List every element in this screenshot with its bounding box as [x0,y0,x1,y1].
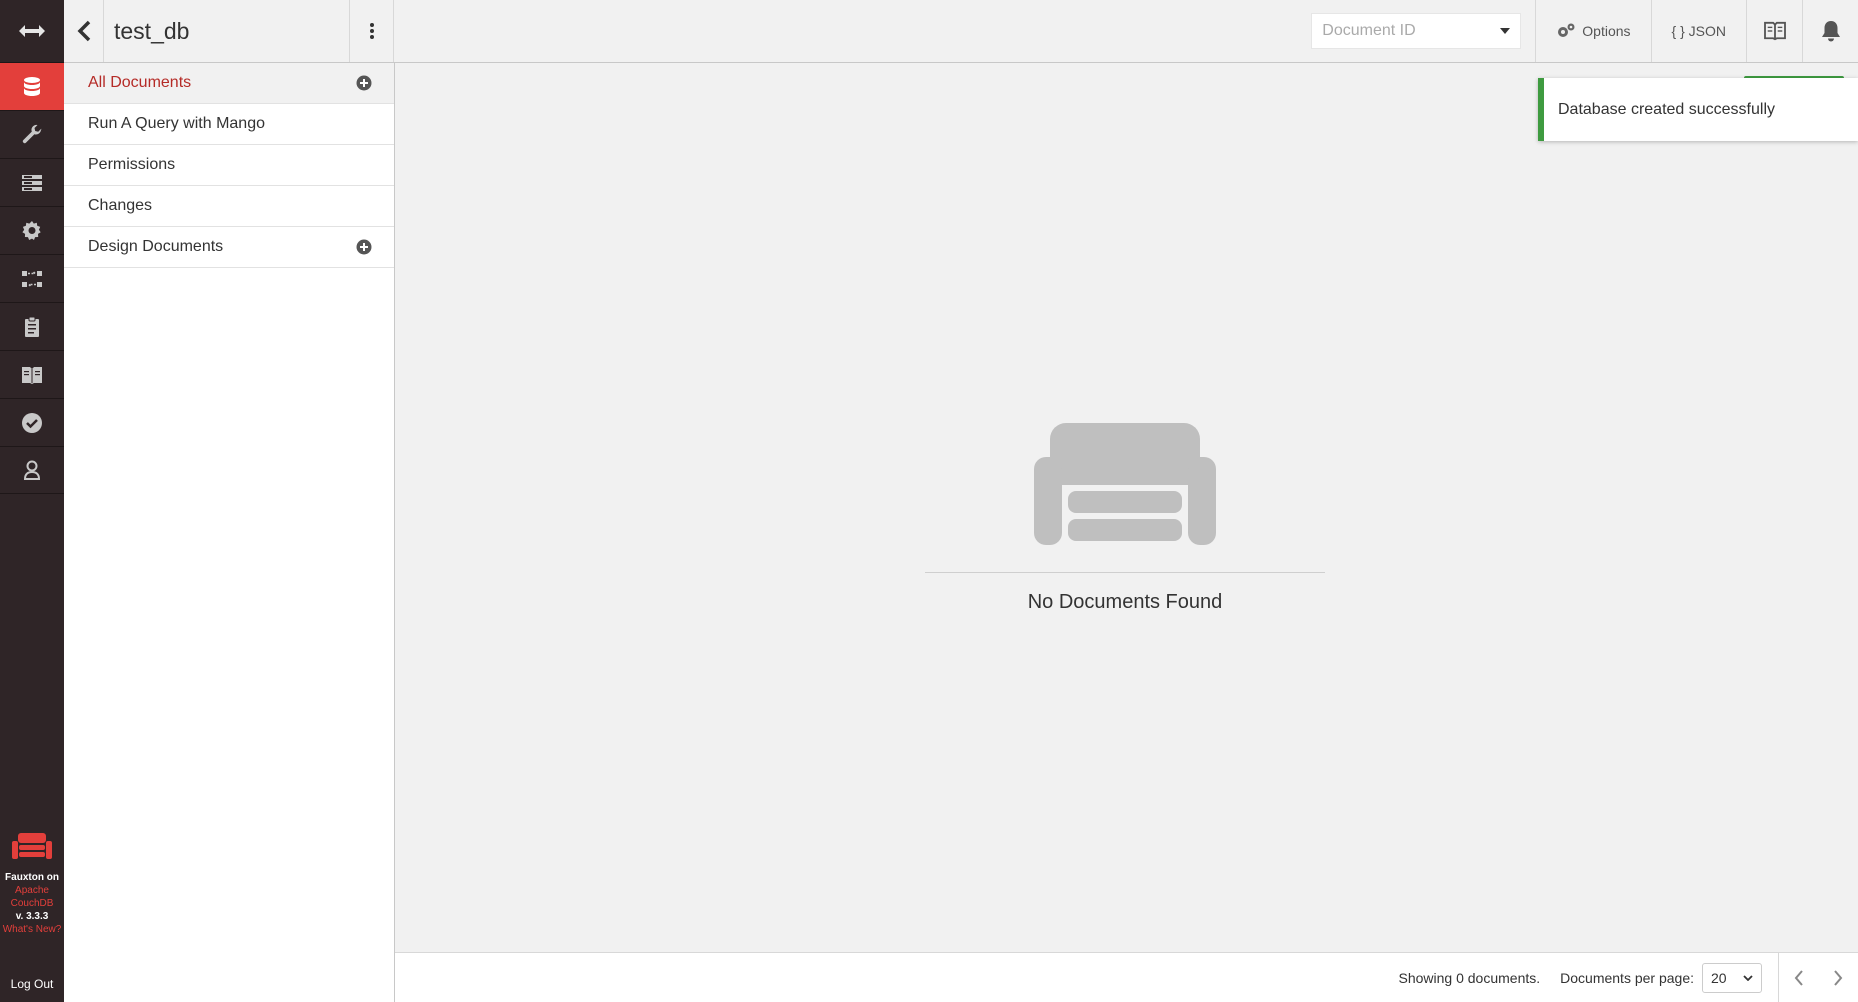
pagination-footer: Showing 0 documents. Documents per page:… [395,952,1858,1002]
check-circle-icon [22,412,42,433]
empty-message: No Documents Found [1027,591,1223,613]
nav-item-setup[interactable] [0,110,64,158]
sidebar-item-label: Run A Query with Mango [88,115,265,132]
json-label: { } JSON [1671,23,1726,39]
caret-down-icon [1500,28,1511,34]
replication-icon [22,270,42,287]
sidebar-item-all-documents[interactable]: All Documents [64,63,394,104]
toast-message: Database created successfully [1558,100,1775,118]
nav-item-replication[interactable] [0,254,64,302]
couch-icon [1034,423,1216,545]
user-icon [23,460,41,480]
sidebar-item-changes[interactable]: Changes [64,186,394,227]
showing-count: Showing 0 documents. [1398,969,1541,986]
document-id-select[interactable]: Document ID [1311,13,1522,49]
version-label: v. 3.3.3 [15,911,49,922]
server-icon [22,174,42,191]
back-button[interactable] [64,0,104,62]
nav-item-databases[interactable] [0,62,64,110]
add-circle-icon[interactable] [356,75,372,91]
header-bar: test_db Document ID Options { } JSON [64,0,1858,63]
sidebar-item-label: All Documents [88,74,192,91]
nav-toggle-button[interactable] [0,0,64,62]
arrows-horizontal-icon [19,25,45,37]
prev-page-button[interactable] [1778,952,1818,1002]
clipboard-icon [25,316,39,337]
sidebar-item-label: Permissions [88,156,176,173]
options-label: Options [1582,23,1631,39]
gear-icon [22,220,41,240]
chevron-right-icon [1834,969,1843,986]
sidebar-item-design-documents[interactable]: Design Documents [64,227,394,268]
couchdb-logo-icon [12,833,52,859]
nav-item-logs[interactable] [0,302,64,350]
wrench-icon [22,124,42,143]
add-circle-icon[interactable] [356,239,372,255]
chevron-down-icon [1743,974,1753,981]
nav-item-documentation[interactable] [0,350,64,398]
apache-link[interactable]: Apache [0,884,64,897]
book-icon [22,366,42,384]
logout-button[interactable]: Log Out [0,966,64,1002]
sidebar-item-label: Design Documents [88,238,224,255]
empty-state: No Documents Found [925,423,1325,614]
empty-divider [925,572,1325,573]
chevron-left-icon [1794,969,1803,986]
sidebar-item-mango-query[interactable]: Run A Query with Mango [64,104,394,145]
main-content: No Documents Found [395,63,1858,952]
per-page-value: 20 [1711,969,1727,986]
primary-nav: Fauxton on Apache CouchDB v. 3.3.3 What'… [0,0,64,1002]
per-page-label: Documents per page: [1560,969,1694,986]
whats-new-link[interactable]: What's New? [0,923,64,936]
sidebar: All Documents Run A Query with Mango Per… [64,63,395,1002]
json-button[interactable]: { } JSON [1650,0,1746,62]
nav-item-user[interactable] [0,446,64,494]
header-spacer [394,0,1311,62]
database-icon [24,76,40,96]
nav-item-config[interactable] [0,206,64,254]
next-page-button[interactable] [1818,953,1858,1002]
options-button[interactable]: Options [1535,0,1650,62]
notifications-button[interactable] [1802,0,1858,62]
bell-icon [1821,21,1840,42]
kebab-menu-icon [369,23,374,39]
sidebar-item-label: Changes [88,197,153,214]
database-actions-button[interactable] [350,0,394,62]
book-icon [1763,21,1786,41]
docs-button[interactable] [1746,0,1802,62]
chevron-left-icon [77,20,90,42]
gears-icon [1558,23,1575,37]
nav-item-active-tasks[interactable] [0,158,64,206]
document-id-placeholder: Document ID [1322,22,1416,39]
couchdb-link[interactable]: CouchDB [0,897,64,910]
nav-footer: Fauxton on Apache CouchDB v. 3.3.3 What'… [0,831,64,1002]
page-title: test_db [104,0,350,62]
notification-toast[interactable]: Database created successfully [1538,78,1858,141]
per-page-select[interactable]: 20 [1702,962,1762,993]
nav-item-verify[interactable] [0,398,64,446]
brand-label: Fauxton on [5,872,59,883]
sidebar-item-permissions[interactable]: Permissions [64,145,394,186]
